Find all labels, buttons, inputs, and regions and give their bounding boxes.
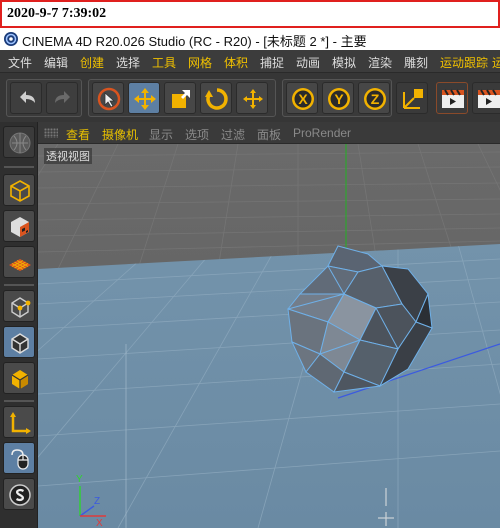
- recent-tool-button[interactable]: [236, 82, 268, 114]
- palette-separator: [4, 284, 34, 286]
- viewport-menu-panel[interactable]: 面板: [257, 126, 281, 143]
- redo-icon: [55, 91, 70, 103]
- live-selection-icon: [97, 87, 121, 111]
- gizmo-z-label: Z: [94, 496, 100, 507]
- main-toolbar: X Y Z: [0, 72, 500, 122]
- points-mode-icon: [11, 297, 31, 318]
- menu-simulate[interactable]: 模拟: [332, 54, 356, 71]
- timestamp-text: 2020-9-7 7:39:02: [7, 6, 107, 21]
- menu-tools[interactable]: 工具: [152, 54, 176, 71]
- floor-plane: [38, 244, 500, 528]
- make-editable-icon: [9, 132, 31, 154]
- enable-axis-icon: [10, 412, 31, 434]
- x-axis-lock-icon: X: [292, 88, 314, 110]
- make-editable-button[interactable]: [3, 126, 35, 158]
- palette-separator: [4, 400, 34, 402]
- menu-create[interactable]: 创建: [80, 54, 104, 71]
- window-title: CINEMA 4D R20.026 Studio (RC - R20) - [未…: [22, 34, 367, 49]
- panel-grip-handle[interactable]: [44, 128, 58, 138]
- move-icon: [134, 88, 156, 110]
- y-axis-lock-icon: Y: [328, 88, 350, 110]
- viewport-canvas[interactable]: Y Z X: [38, 144, 500, 528]
- z-axis-lock-icon: Z: [364, 88, 386, 110]
- move-button[interactable]: [128, 82, 160, 114]
- texture-mode-button[interactable]: [3, 210, 35, 242]
- snapping-icon: [9, 484, 31, 506]
- viewport-menu-filter[interactable]: 过滤: [221, 126, 245, 143]
- coordinate-system-button[interactable]: [396, 82, 428, 114]
- render-view-icon: [442, 89, 464, 108]
- undo-icon: [20, 91, 35, 103]
- edges-mode-button[interactable]: [3, 326, 35, 358]
- viewport-menu-display[interactable]: 显示: [149, 126, 173, 143]
- render-picture-viewer-button[interactable]: [472, 82, 500, 114]
- viewport-menu-view[interactable]: 查看: [66, 126, 90, 143]
- points-mode-button[interactable]: [3, 290, 35, 322]
- menu-animate[interactable]: 动画: [296, 54, 320, 71]
- window-titlebar: CINEMA 4D R20.026 Studio (RC - R20) - [未…: [0, 28, 500, 50]
- render-picture-viewer-icon: [478, 89, 500, 108]
- recent-tool-icon: [243, 89, 263, 109]
- texture-mode-icon: [11, 217, 29, 237]
- polygons-mode-icon: [11, 370, 29, 389]
- render-view-button[interactable]: [436, 82, 468, 114]
- edges-mode-icon: [11, 333, 29, 354]
- perspective-viewport[interactable]: Y Z X 透视视图: [38, 144, 500, 528]
- menu-mesh[interactable]: 网格: [188, 54, 212, 71]
- redo-button[interactable]: [46, 82, 78, 114]
- scale-button[interactable]: [164, 82, 196, 114]
- viewport-view-name[interactable]: 透视视图: [44, 148, 92, 164]
- viewport-menubar: 查看 摄像机 显示 选项 过滤 面板 ProRender: [38, 122, 500, 144]
- menu-motion-tracker[interactable]: 运动跟踪: [440, 54, 488, 71]
- gizmo-y-label: Y: [76, 474, 83, 485]
- viewport-menu-options[interactable]: 选项: [185, 126, 209, 143]
- rotate-button[interactable]: [200, 82, 232, 114]
- x-axis-lock-button[interactable]: X: [286, 82, 318, 114]
- menu-select[interactable]: 选择: [116, 54, 140, 71]
- y-axis-label: Y: [334, 91, 344, 107]
- enable-axis-button[interactable]: [3, 406, 35, 438]
- left-tool-palette: [0, 122, 38, 528]
- z-axis-label: Z: [371, 91, 380, 107]
- menu-volume[interactable]: 体积: [224, 54, 248, 71]
- model-mode-icon: [10, 180, 30, 202]
- y-axis-lock-button[interactable]: Y: [322, 82, 354, 114]
- menu-overflow[interactable]: 运: [492, 54, 500, 71]
- palette-separator: [4, 166, 34, 168]
- snapping-button[interactable]: [3, 478, 35, 510]
- z-axis-lock-button[interactable]: Z: [358, 82, 390, 114]
- tweak-mode-icon: [11, 449, 29, 470]
- x-axis-label: X: [298, 91, 308, 107]
- polygons-mode-button[interactable]: [3, 362, 35, 394]
- gizmo-x-label: X: [96, 518, 103, 528]
- scale-icon: [172, 90, 190, 108]
- rotate-icon: [205, 88, 228, 110]
- main-menubar: 文件 编辑 创建 选择 工具 网格 体积 捕捉 动画 模拟 渲染 雕刻 运动跟踪…: [0, 50, 500, 72]
- viewport-menu-camera[interactable]: 摄像机: [102, 126, 138, 143]
- workplane-button[interactable]: [3, 246, 35, 278]
- timestamp-overlay: 2020-9-7 7:39:02: [0, 0, 500, 28]
- menu-edit[interactable]: 编辑: [44, 54, 68, 71]
- undo-button[interactable]: [10, 82, 42, 114]
- coordinate-system-icon: [403, 89, 423, 109]
- model-mode-button[interactable]: [3, 174, 35, 206]
- live-selection-button[interactable]: [92, 82, 124, 114]
- menu-file[interactable]: 文件: [8, 54, 32, 71]
- menu-render[interactable]: 渲染: [368, 54, 392, 71]
- menu-sculpt[interactable]: 雕刻: [404, 54, 428, 71]
- workplane-icon: [9, 259, 31, 271]
- tweak-mode-button[interactable]: [3, 442, 35, 474]
- menu-snap[interactable]: 捕捉: [260, 54, 284, 71]
- cinema4d-logo-icon: [4, 32, 18, 46]
- viewport-menu-prorender[interactable]: ProRender: [293, 126, 351, 140]
